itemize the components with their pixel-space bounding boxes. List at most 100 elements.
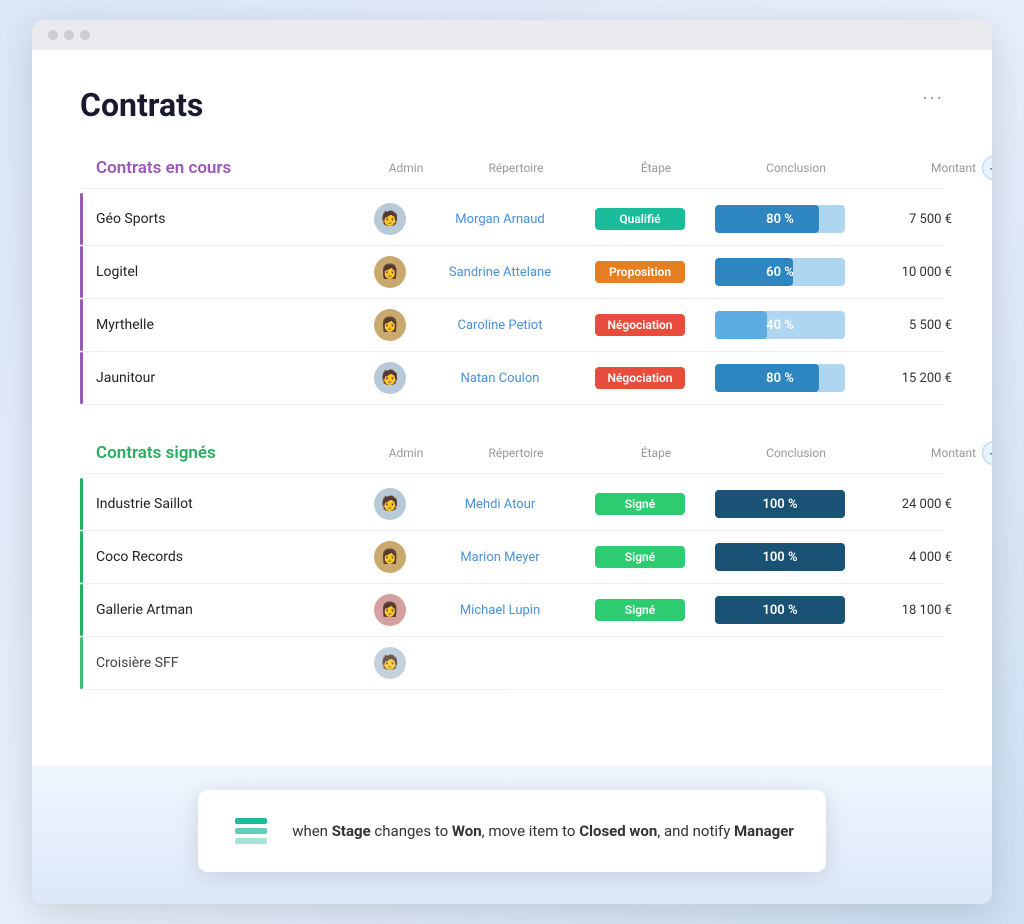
avatar: 👩 — [374, 541, 406, 573]
conclusion-text: 40 % — [766, 318, 794, 333]
page-title: Contrats — [80, 86, 944, 124]
tooltip-text-2: changes to — [371, 822, 452, 840]
row-name: Myrthelle — [80, 317, 360, 333]
window-dot-minimize[interactable] — [64, 30, 74, 40]
conclusion-bar: 100 % — [715, 596, 845, 624]
avatar: 👩 — [374, 594, 406, 626]
conclusion-cell: 100 % — [700, 490, 860, 518]
tooltip-text-1: when — [292, 822, 332, 840]
admin-cell: 👩 — [360, 309, 420, 341]
col-conclusion-header: Conclusion — [716, 161, 876, 175]
etape-badge: Signé — [595, 599, 685, 621]
conclusion-cell: 100 % — [700, 543, 860, 571]
conclusion-cell: 80 % — [700, 205, 860, 233]
add-en-cours-button[interactable]: + — [982, 156, 992, 180]
montant-cell: 4 000 € — [860, 550, 960, 565]
conclusion-text: 60 % — [766, 265, 794, 280]
table-row: Croisière SFF 🧑 — [80, 637, 944, 690]
section-en-cours-title: Contrats en cours — [96, 158, 376, 178]
row-name: Jaunitour — [80, 370, 360, 386]
conclusion-bar: 80 % — [715, 364, 845, 392]
row-name: Logitel — [80, 264, 360, 280]
table-row: Myrthelle 👩 Caroline Petiot Négociation … — [80, 299, 944, 352]
montant-cell: 7 500 € — [860, 212, 960, 227]
more-options-icon[interactable]: ··· — [922, 86, 944, 110]
row-name: Croisière SFF — [80, 655, 360, 671]
etape-cell: Signé — [580, 546, 700, 568]
avatar: 🧑 — [374, 488, 406, 520]
row-border — [80, 531, 83, 583]
conclusion-bar: 100 % — [715, 490, 845, 518]
bottom-area: when Stage changes to Won, move item to … — [32, 766, 992, 904]
table-row: Industrie Saillot 🧑 Mehdi Atour Signé 10… — [80, 478, 944, 531]
montant-cell: 18 100 € — [860, 603, 960, 618]
tooltip-text-3: , move item to — [482, 822, 580, 840]
window-dot-maximize[interactable] — [80, 30, 90, 40]
admin-cell: 👩 — [360, 594, 420, 626]
avatar: 👩 — [374, 256, 406, 288]
icon-bar-mid — [235, 828, 267, 834]
repertoire-link[interactable]: Marion Meyer — [420, 550, 580, 565]
col-repertoire-header-s: Répertoire — [436, 446, 596, 460]
conclusion-text: 80 % — [766, 212, 794, 227]
etape-badge: Proposition — [595, 261, 685, 283]
etape-cell: Proposition — [580, 261, 700, 283]
section-en-cours: Contrats en cours Admin Répertoire Étape… — [80, 156, 944, 405]
admin-cell: 👩 — [360, 256, 420, 288]
repertoire-link[interactable]: Natan Coulon — [420, 371, 580, 386]
etape-cell: Qualifié — [580, 208, 700, 230]
tooltip-text-4: , and notify — [657, 822, 734, 840]
etape-cell: Négociation — [580, 314, 700, 336]
conclusion-cell: 40 % — [700, 311, 860, 339]
col-conclusion-header-s: Conclusion — [716, 446, 876, 460]
admin-cell: 🧑 — [360, 488, 420, 520]
automation-icon — [230, 810, 272, 852]
section-signes-header: Contrats signés Admin Répertoire Étape C… — [80, 441, 944, 474]
conclusion-text: 80 % — [766, 371, 794, 386]
row-border — [80, 299, 83, 351]
app-content: Contrats ··· Contrats en cours Admin Rép… — [32, 50, 992, 766]
montant-cell: 24 000 € — [860, 497, 960, 512]
add-signes-button[interactable]: + — [982, 441, 992, 465]
conclusion-text: 100 % — [762, 603, 797, 618]
conclusion-cell: 60 % — [700, 258, 860, 286]
admin-cell: 👩 — [360, 541, 420, 573]
row-name: Gallerie Artman — [80, 602, 360, 618]
automation-tooltip: when Stage changes to Won, move item to … — [198, 790, 826, 872]
montant-cell: 5 500 € — [860, 318, 960, 333]
tooltip-bold-stage: Stage — [332, 822, 371, 840]
montant-cell: 10 000 € — [860, 265, 960, 280]
table-row: Logitel 👩 Sandrine Attelane Proposition … — [80, 246, 944, 299]
icon-bar-bot — [235, 838, 267, 844]
section-en-cours-header: Contrats en cours Admin Répertoire Étape… — [80, 156, 944, 189]
repertoire-link[interactable]: Morgan Arnaud — [420, 212, 580, 227]
col-admin-header-s: Admin — [376, 446, 436, 460]
row-name: Industrie Saillot — [80, 496, 360, 512]
browser-titlebar — [32, 20, 992, 50]
conclusion-bar: 40 % — [715, 311, 845, 339]
etape-cell: Négociation — [580, 367, 700, 389]
avatar: 🧑 — [374, 362, 406, 394]
row-border — [80, 478, 83, 530]
montant-cell: 15 200 € — [860, 371, 960, 386]
repertoire-link[interactable]: Michael Lupin — [420, 603, 580, 618]
conclusion-bar: 60 % — [715, 258, 845, 286]
row-border — [80, 637, 83, 689]
row-border — [80, 584, 83, 636]
avatar: 🧑 — [374, 647, 406, 679]
repertoire-link[interactable]: Mehdi Atour — [420, 497, 580, 512]
conclusion-text: 100 % — [762, 550, 797, 565]
etape-badge: Signé — [595, 493, 685, 515]
browser-window: Contrats ··· Contrats en cours Admin Rép… — [32, 20, 992, 904]
row-border — [80, 352, 83, 404]
window-dot-close[interactable] — [48, 30, 58, 40]
section-signes-title: Contrats signés — [96, 443, 376, 463]
etape-badge: Qualifié — [595, 208, 685, 230]
section-signes: Contrats signés Admin Répertoire Étape C… — [80, 441, 944, 690]
repertoire-link[interactable]: Caroline Petiot — [420, 318, 580, 333]
etape-cell: Signé — [580, 599, 700, 621]
conclusion-fill — [715, 311, 767, 339]
row-name: Coco Records — [80, 549, 360, 565]
repertoire-link[interactable]: Sandrine Attelane — [420, 265, 580, 280]
col-repertoire-header: Répertoire — [436, 161, 596, 175]
